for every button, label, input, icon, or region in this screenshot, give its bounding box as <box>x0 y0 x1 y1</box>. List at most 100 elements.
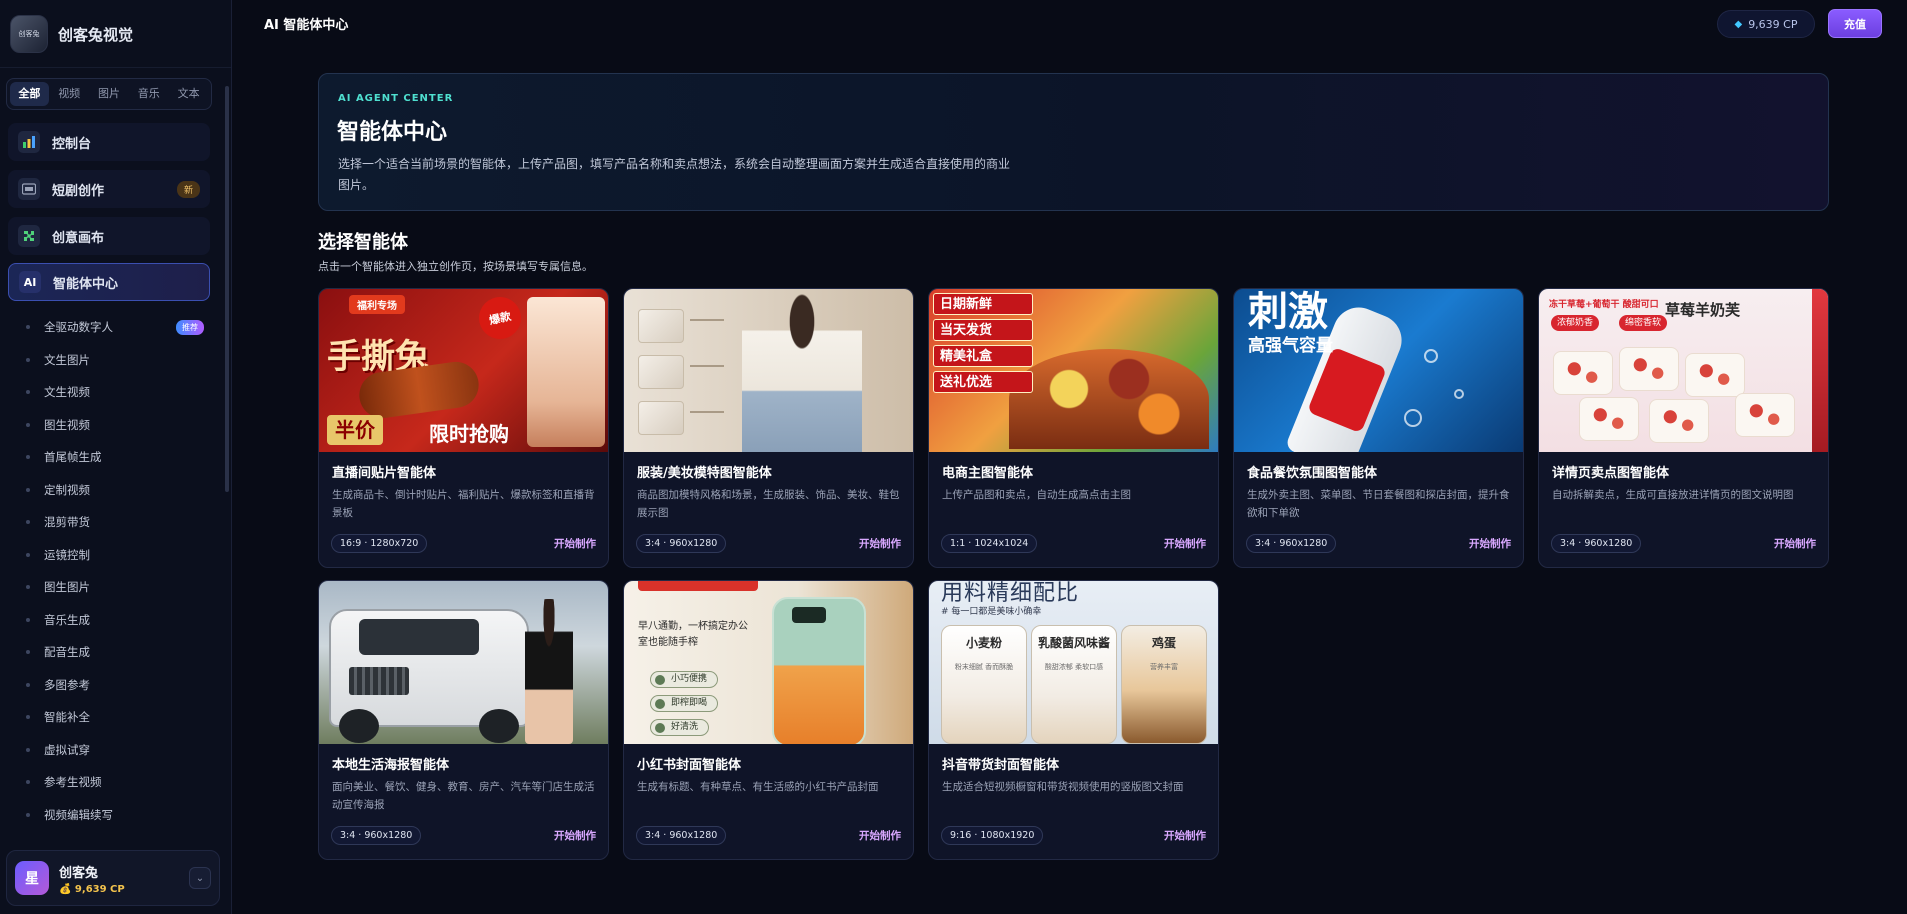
card-thumbnail <box>319 581 608 744</box>
thumb-headline: 草莓羊奶芙 <box>1665 301 1741 319</box>
sub-item[interactable]: 运镜控制 <box>26 539 204 572</box>
card-title: 本地生活海报智能体 <box>332 758 450 773</box>
diamond-icon: ◆ <box>1734 18 1743 30</box>
bubble <box>1454 389 1464 399</box>
car-wheel <box>479 709 519 743</box>
text-line <box>690 411 724 413</box>
swatch-image <box>638 309 684 343</box>
sub-item[interactable]: 多图参考 <box>26 669 204 702</box>
card-title: 食品餐饮氛围图智能体 <box>1247 466 1378 481</box>
start-button[interactable]: 开始制作 <box>859 536 901 551</box>
recharge-button[interactable]: 充值 <box>1828 9 1882 38</box>
red-stripe <box>1812 289 1828 452</box>
bullet-dot <box>26 650 30 655</box>
sub-item-label: 参考生视频 <box>44 775 102 790</box>
agent-card-ecommerce-main[interactable]: 日期新鲜 当天发货 精美礼盒 送礼优选 电商主图智能体 上传产品图和卖点，自动生… <box>928 288 1219 568</box>
card-thumbnail: 福利专场 手撕兔 爆款 半价 限时抢购 <box>319 289 608 452</box>
puzzle-icon <box>18 225 40 247</box>
sub-item[interactable]: 智能补全 <box>26 701 204 734</box>
card-thumbnail: 冻干草莓+葡萄干 酸甜可口 草莓羊奶芙 浓郁奶香 绵密香软 <box>1539 289 1828 452</box>
agent-card-live-overlay[interactable]: 福利专场 手撕兔 爆款 半价 限时抢购 直播间贴片智能体 生成商品卡、倒计时贴片… <box>318 288 609 568</box>
sub-item-label: 视频编辑续写 <box>44 807 113 822</box>
sub-item[interactable]: 音乐生成 <box>26 604 204 637</box>
agent-card-food-ambience[interactable]: 刺激 高强气容量 食品餐饮氛围图智能体 生成外卖主图、菜单图、节日套餐图和探店封… <box>1233 288 1524 568</box>
sub-item[interactable]: 图生图片 <box>26 571 204 604</box>
agent-card-local-poster[interactable]: 本地生活海报智能体 面向美业、餐饮、健身、教育、房产、汽车等门店生成活动宣传海报… <box>318 580 609 860</box>
agent-sub-list: 全驱动数字人 推荐 文生图片 文生视频 图生视频 首尾帧生成 定制视频 混剪带货 … <box>26 311 204 831</box>
thumb-pill: 好清洗 <box>650 719 710 736</box>
recommend-badge: 推荐 <box>176 319 204 335</box>
sub-item[interactable]: 全驱动数字人 推荐 <box>26 311 204 344</box>
bullet-dot <box>26 715 30 720</box>
card-thumbnail: 刺激 高强气容量 <box>1234 289 1523 452</box>
brand[interactable]: 创客兔 创客兔视觉 <box>10 14 133 54</box>
nav-item-short-drama[interactable]: 短剧创作 新 <box>8 170 210 208</box>
filter-tabs: 全部 视频 图片 音乐 文本 <box>6 78 212 110</box>
sub-item-label: 多图参考 <box>44 677 90 692</box>
card-title: 详情页卖点图智能体 <box>1552 466 1670 481</box>
lamp-image <box>527 297 605 447</box>
sub-item[interactable]: 配音生成 <box>26 636 204 669</box>
sidebar: 创客兔 创客兔视觉 全部 视频 图片 音乐 文本 控制台 短剧创作 新 创意画布… <box>0 0 232 914</box>
card-spec-badge: 3:4 · 960x1280 <box>1551 534 1642 553</box>
card-spec-badge: 3:4 · 960x1280 <box>331 826 422 845</box>
filter-tab-all[interactable]: 全部 <box>10 82 49 106</box>
credits-pill[interactable]: ◆ 9,639 CP <box>1717 10 1815 38</box>
pill-dot <box>655 699 665 709</box>
sidebar-scrollbar[interactable] <box>225 86 229 492</box>
nav-item-dashboard[interactable]: 控制台 <box>8 123 210 161</box>
panel-title: 小麦粉 <box>965 636 1002 650</box>
model-figure <box>742 289 862 452</box>
chevron-down-icon[interactable]: ⌄ <box>189 867 211 889</box>
panel-subtitle: 营养丰富 <box>1150 663 1178 671</box>
filter-tab-image[interactable]: 图片 <box>90 82 129 106</box>
start-button[interactable]: 开始制作 <box>1164 828 1206 843</box>
sub-item[interactable]: 首尾帧生成 <box>26 441 204 474</box>
agent-card-detail-selling-point[interactable]: 冻干草莓+葡萄干 酸甜可口 草莓羊奶芙 浓郁奶香 绵密香软 详情页卖点图智能体 … <box>1538 288 1829 568</box>
agent-card-fashion-model[interactable]: 服装/美妆模特图智能体 商品图加模特风格和场景，生成服装、饰品、美妆、鞋包展示图… <box>623 288 914 568</box>
nougat-image <box>1735 393 1795 437</box>
sub-item[interactable]: 视频编辑续写 <box>26 799 204 832</box>
card-title: 直播间贴片智能体 <box>332 466 437 481</box>
agent-card-douyin-cover[interactable]: 用料精细配比 # 每一口都是美味小确幸 小麦粉 粉末细腻 香而酥脆 乳酸菌风味酱… <box>928 580 1219 860</box>
snack-pile-image <box>1009 349 1209 449</box>
card-spec-badge: 3:4 · 960x1280 <box>1246 534 1337 553</box>
sub-item[interactable]: 定制视频 <box>26 474 204 507</box>
start-button[interactable]: 开始制作 <box>1469 536 1511 551</box>
nav-label: 短剧创作 <box>52 183 105 199</box>
sub-item[interactable]: 图生视频 <box>26 409 204 442</box>
nav-item-agent-center[interactable]: AI 智能体中心 <box>8 263 210 301</box>
start-button[interactable]: 开始制作 <box>554 828 596 843</box>
sub-item[interactable]: 混剪带货 <box>26 506 204 539</box>
sub-item-label: 混剪带货 <box>44 515 90 530</box>
sub-item[interactable]: 虚拟试穿 <box>26 734 204 767</box>
hero-description: 选择一个适合当前场景的智能体，上传产品图，填写产品名称和卖点想法，系统会自动整理… <box>338 157 1011 192</box>
nougat-image <box>1579 397 1639 441</box>
sub-item[interactable]: 文生图片 <box>26 344 204 377</box>
thumb-limit: 限时抢购 <box>429 422 509 446</box>
start-button[interactable]: 开始制作 <box>859 828 901 843</box>
panel-subtitle: 粉末细腻 香而酥脆 <box>954 663 1014 671</box>
thumb-stamp: 送礼优选 <box>933 371 1033 393</box>
bullet-dot <box>26 455 30 460</box>
card-title: 电商主图智能体 <box>942 466 1034 481</box>
bullet-dot <box>26 617 30 622</box>
start-button[interactable]: 开始制作 <box>1164 536 1206 551</box>
start-button[interactable]: 开始制作 <box>554 536 596 551</box>
car-wheel <box>339 709 379 743</box>
filter-tab-text[interactable]: 文本 <box>169 82 208 106</box>
agent-card-xiaohongshu-cover[interactable]: 早八通勤，一杯搞定办公室也能随手榨 小巧便携 即榨即喝 好清洗 小红书封面智能体… <box>623 580 914 860</box>
user-card[interactable]: 星 创客兔 💰 9,639 CP ⌄ <box>6 850 220 906</box>
bullet-dot <box>26 325 30 330</box>
sub-item[interactable]: 文生视频 <box>26 376 204 409</box>
filter-tab-music[interactable]: 音乐 <box>129 82 168 106</box>
swatch-image <box>638 355 684 389</box>
brand-name: 创客兔视觉 <box>58 25 134 44</box>
card-spec-badge: 1:1 · 1024x1024 <box>941 534 1038 553</box>
nav-label: 智能体中心 <box>53 276 119 292</box>
filter-tab-video[interactable]: 视频 <box>50 82 89 106</box>
sub-item[interactable]: 参考生视频 <box>26 766 204 799</box>
nav-item-creative-canvas[interactable]: 创意画布 <box>8 217 210 255</box>
start-button[interactable]: 开始制作 <box>1774 536 1816 551</box>
thumb-price: 半价 <box>327 415 383 445</box>
